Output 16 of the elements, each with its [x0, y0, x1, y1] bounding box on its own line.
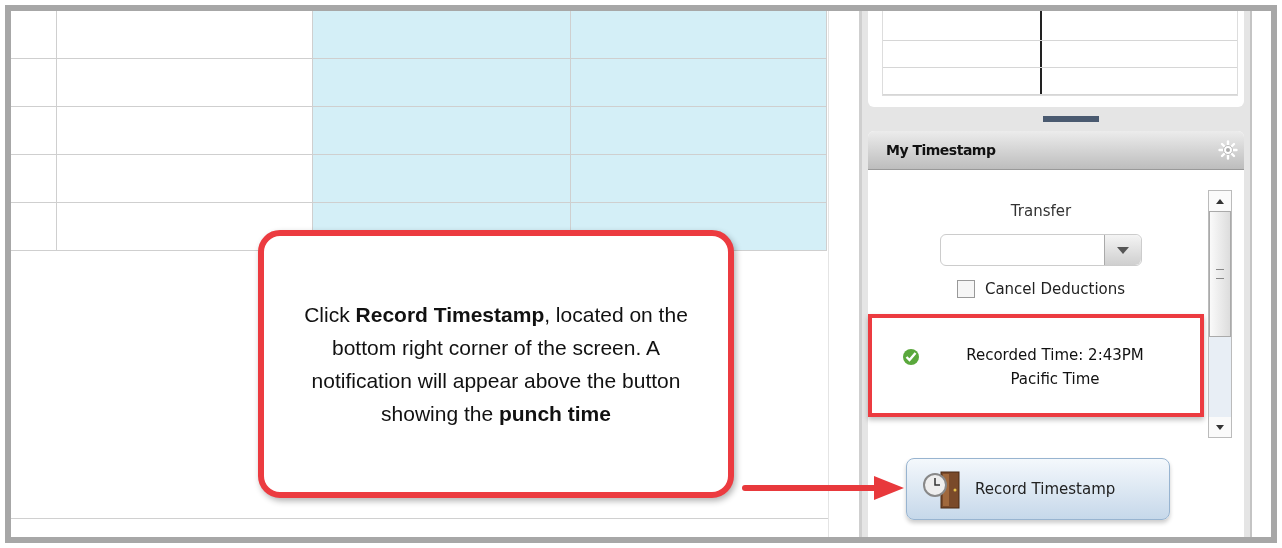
up-arrow-icon[interactable] [1216, 198, 1224, 204]
gear-icon[interactable] [1218, 140, 1238, 160]
notification-text: Recorded Time: 2:43PM [966, 346, 1144, 364]
caret-icon [1117, 246, 1129, 254]
field-label: Transfer [1010, 202, 1072, 220]
transfer-dropdown[interactable] [940, 234, 1142, 266]
splitter-handle[interactable] [1043, 116, 1099, 122]
notification-text: Pacific Time [1010, 370, 1100, 388]
scrollbar[interactable] [1208, 190, 1232, 438]
panel-title: My Timestamp [886, 142, 996, 158]
checkbox[interactable] [956, 280, 975, 298]
callout-box: Click Record Timestamp, located on the bottom right corner of the screen. A notification will appear above the button showing the punch time [258, 230, 734, 498]
check-icon [902, 348, 920, 366]
checkbox-label: Cancel Deductions [984, 280, 1126, 298]
record-timestamp-button[interactable]: Record Timestamp [906, 458, 1170, 520]
down-arrow-icon[interactable] [1216, 424, 1224, 430]
